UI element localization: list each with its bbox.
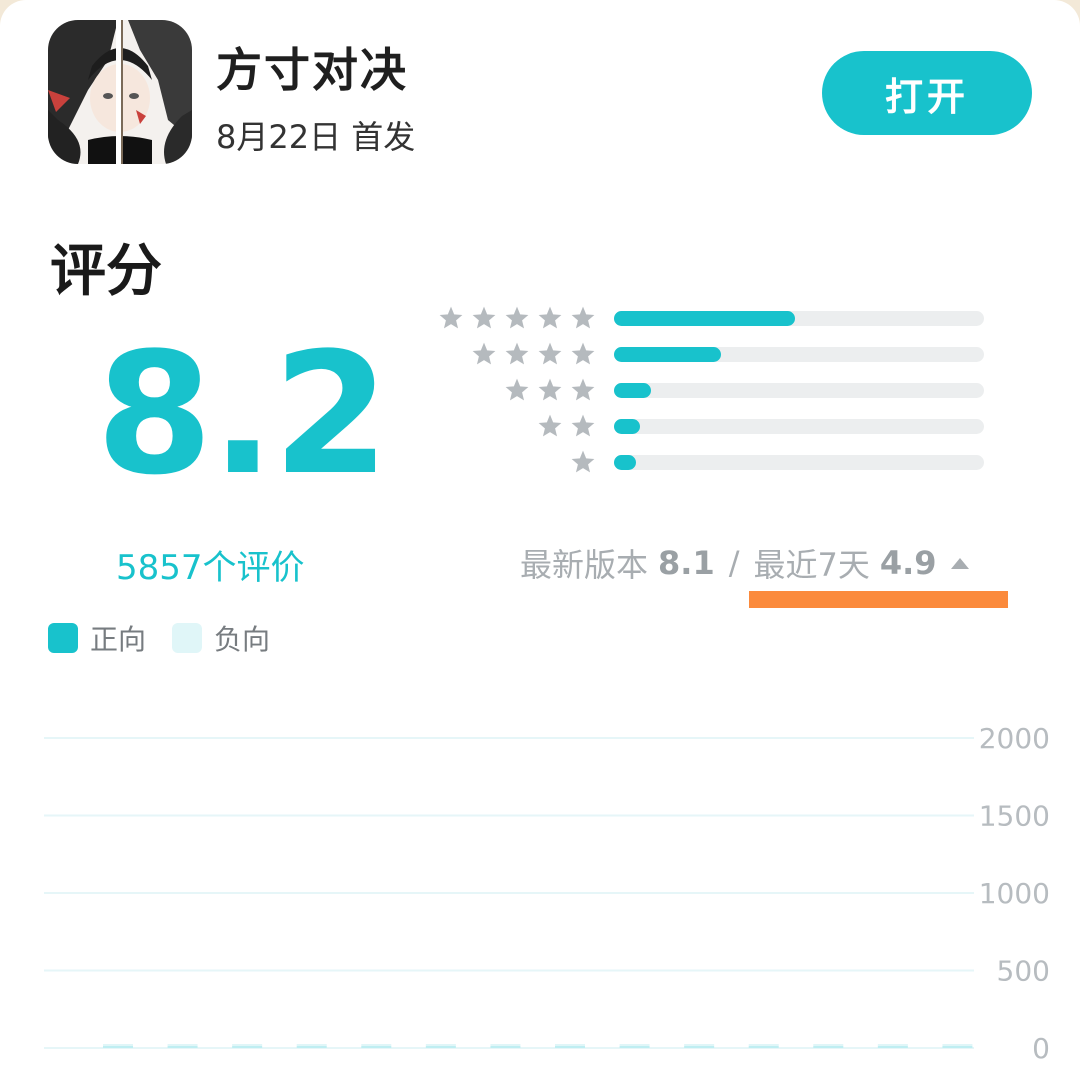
chart-bar-positive[interactable] <box>103 1046 133 1048</box>
star-icon <box>439 306 463 329</box>
open-button[interactable]: 打开 <box>822 51 1032 135</box>
latest-version-label: 最新版本 <box>520 546 649 584</box>
rating-row-5-star <box>380 300 990 336</box>
triangle-up-icon <box>950 557 969 569</box>
chart-bar-negative[interactable] <box>425 1044 456 1046</box>
rating-bar-fill <box>614 455 637 470</box>
legend-negative-label: 负向 <box>214 623 271 656</box>
review-count-link[interactable]: 5857个评价 <box>116 540 305 589</box>
star-icon <box>571 378 595 401</box>
y-tick-label: 2000 <box>979 722 1050 755</box>
y-tick-label: 0 <box>1032 1032 1050 1065</box>
chart-bar-negative[interactable] <box>232 1044 263 1046</box>
star-icon <box>538 414 562 437</box>
release-date: 8月22日 首发 <box>216 118 416 156</box>
chart-bar-negative[interactable] <box>167 1044 198 1046</box>
rating-bar-track <box>614 383 984 398</box>
rating-section-title: 评分 <box>50 239 162 304</box>
legend-positive[interactable]: 正向 <box>48 618 146 658</box>
rating-bar-fill <box>614 311 796 326</box>
chart-bar-positive[interactable] <box>619 1046 650 1048</box>
star-icon <box>505 342 529 365</box>
star-icon <box>571 342 595 365</box>
star-icon <box>505 378 529 401</box>
recent-7-days-score: 4.9 <box>879 544 937 582</box>
y-tick-label: 1500 <box>979 800 1050 833</box>
legend-positive-swatch <box>48 623 78 653</box>
star-group <box>438 300 596 336</box>
legend-negative[interactable]: 负向 <box>172 618 270 658</box>
chart-bar-positive[interactable] <box>296 1046 327 1048</box>
star-icon <box>472 342 496 365</box>
chart-bar-positive[interactable] <box>877 1046 908 1048</box>
chart-bar-positive[interactable] <box>942 1046 973 1048</box>
app-name: 方寸对决 <box>216 43 408 97</box>
chart-bar-negative[interactable] <box>748 1044 779 1046</box>
star-group <box>537 408 596 444</box>
star-group <box>504 372 596 408</box>
rating-bar-track <box>614 347 984 362</box>
star-group <box>570 444 596 480</box>
star-icon <box>505 306 529 329</box>
chart-bar-positive[interactable] <box>748 1046 779 1048</box>
star-icon <box>538 342 562 365</box>
recent-7-days-label: 最近7天 <box>753 546 870 584</box>
chart-bar-negative[interactable] <box>296 1044 327 1046</box>
overall-score: 8.2 <box>96 316 390 512</box>
chart-bar-positive[interactable] <box>425 1046 456 1048</box>
rating-bar-fill <box>614 383 651 398</box>
chart-bar-negative[interactable] <box>942 1044 973 1046</box>
rating-row-3-star <box>380 372 990 408</box>
chart-bar-negative[interactable] <box>555 1044 585 1046</box>
highlight-underline <box>749 591 1008 608</box>
app-artwork-image <box>48 20 192 164</box>
star-icon <box>538 378 562 401</box>
sub-scores[interactable]: 最新版本 8.1 / 最近7天 4.9 <box>520 540 969 586</box>
chart-bar-positive[interactable] <box>684 1046 715 1048</box>
rating-row-4-star <box>380 336 990 372</box>
rating-bar-fill <box>614 419 640 434</box>
legend-positive-label: 正向 <box>90 623 147 656</box>
chart-bar-negative[interactable] <box>877 1044 908 1046</box>
star-icon <box>571 414 595 437</box>
chart-bar-positive[interactable] <box>232 1046 263 1048</box>
chart-bar-positive[interactable] <box>490 1046 521 1048</box>
rating-bar-track <box>614 311 984 326</box>
star-icon <box>571 450 595 473</box>
rating-row-1-star <box>380 444 990 480</box>
chart-bar-positive[interactable] <box>813 1046 844 1048</box>
latest-version-score: 8.1 <box>658 544 715 582</box>
rating-row-2-star <box>380 408 990 444</box>
chart-bar-negative[interactable] <box>361 1044 392 1046</box>
rating-bar-track <box>614 419 984 434</box>
star-group <box>471 336 596 372</box>
rating-bar-track <box>614 455 984 470</box>
chart-bar-positive[interactable] <box>555 1046 585 1048</box>
chart-bar-negative[interactable] <box>103 1044 133 1046</box>
chart-bar-negative[interactable] <box>684 1044 715 1046</box>
chart-bar-negative[interactable] <box>619 1044 650 1046</box>
star-icon <box>472 306 496 329</box>
app-rating-card: 方寸对决 8月22日 首发 打开 评分 8.2 5857个评价 最新版本 8.1… <box>0 0 1080 1078</box>
rating-bar-fill <box>614 347 722 362</box>
chart-bar-negative[interactable] <box>813 1044 844 1046</box>
star-icon <box>538 306 562 329</box>
star-icon <box>571 306 595 329</box>
chart-bar-negative[interactable] <box>490 1044 521 1046</box>
app-icon[interactable] <box>48 20 192 164</box>
y-tick-label: 500 <box>997 955 1050 988</box>
chart-legend: 正向 负向 <box>48 618 296 658</box>
review-trend-chart: 2000 1500 1000 500 0 <box>44 722 1050 1065</box>
chart-bar-positive[interactable] <box>167 1046 198 1048</box>
y-tick-label: 1000 <box>979 877 1050 910</box>
score-separator: / <box>728 544 740 582</box>
chart-bar-positive[interactable] <box>361 1046 392 1048</box>
legend-negative-swatch <box>172 623 203 653</box>
